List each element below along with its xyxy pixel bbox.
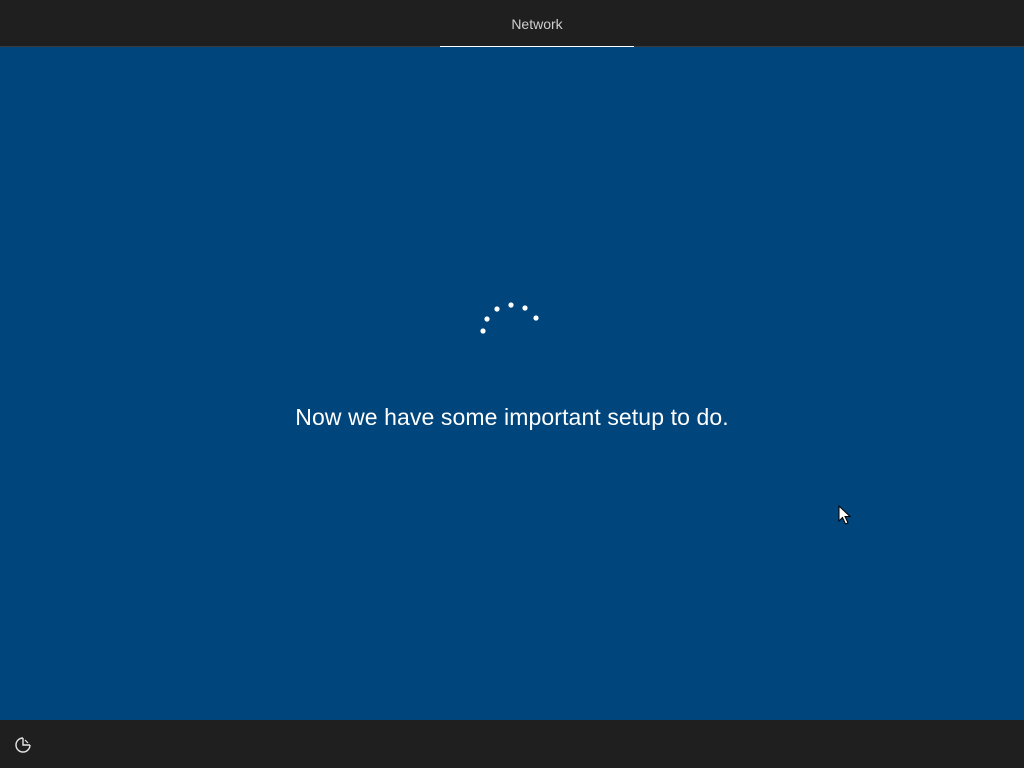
loading-dots-icon: [480, 302, 539, 334]
setup-panel: Now we have some important setup to do.: [0, 47, 1024, 720]
bottom-bar: [0, 720, 1024, 768]
setup-message: Now we have some important setup to do.: [295, 404, 729, 430]
tab-network-label: Network: [511, 16, 563, 32]
top-bar: Network: [0, 0, 1024, 48]
mouse-pointer-icon: [838, 505, 852, 525]
tab-network[interactable]: Network: [440, 0, 634, 48]
ease-of-access-icon[interactable]: [12, 734, 34, 756]
